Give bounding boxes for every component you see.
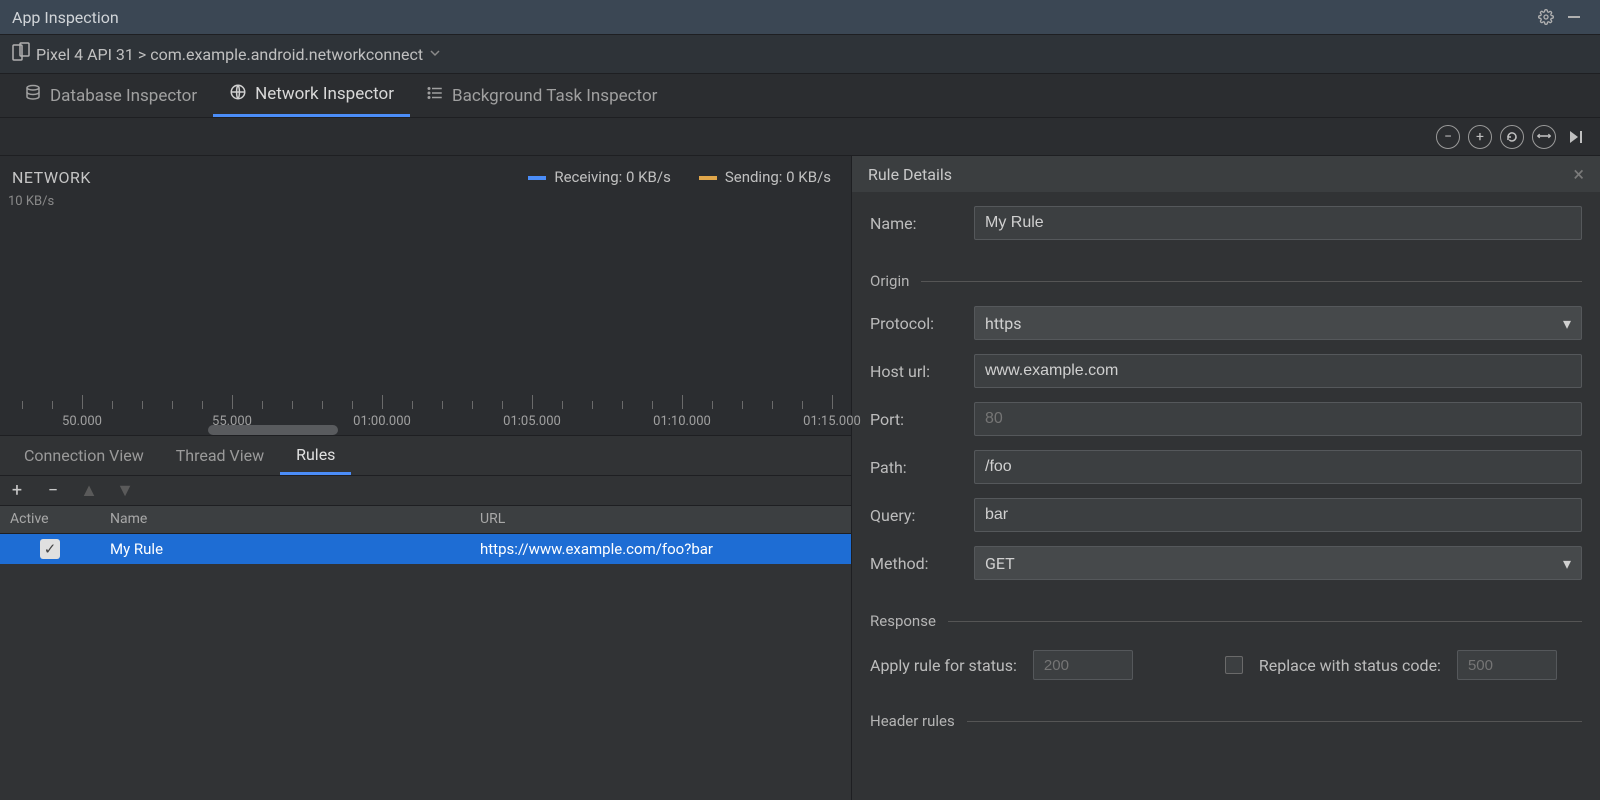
titlebar: App Inspection (0, 0, 1600, 34)
zoom-selection-button[interactable]: ⟷ (1532, 125, 1556, 149)
move-up-button[interactable]: ▲ (80, 480, 98, 501)
panel-title: App Inspection (12, 8, 1532, 27)
rule-details-pane: Rule Details × Name: Origin Protocol: ht… (852, 156, 1600, 800)
path-input[interactable] (974, 450, 1582, 484)
query-input[interactable] (974, 498, 1582, 532)
tab-thread-view[interactable]: Thread View (160, 436, 280, 475)
receiving-swatch (528, 176, 546, 180)
chevron-down-icon: ▾ (1563, 314, 1571, 333)
timeline-tick-label: 01:05.000 (503, 414, 561, 429)
apply-rule-status-input[interactable] (1033, 650, 1133, 680)
header-name[interactable]: Name (100, 506, 470, 533)
device-icon (12, 42, 30, 66)
timeline-scrollbar-thumb[interactable] (208, 425, 338, 435)
reset-zoom-button[interactable] (1500, 125, 1524, 149)
go-to-live-button[interactable] (1564, 125, 1588, 149)
timeline-tick-label: 01:00.000 (353, 414, 411, 429)
port-label: Port: (870, 410, 964, 429)
host-input[interactable] (974, 354, 1582, 388)
query-label: Query: (870, 506, 964, 525)
timeline[interactable]: 50.00055.00001:00.00001:05.00001:10.0000… (0, 389, 851, 429)
lower-tabs: Connection View Thread View Rules (0, 436, 851, 476)
port-input[interactable] (974, 402, 1582, 436)
move-down-button[interactable]: ▼ (116, 480, 134, 501)
tab-rules[interactable]: Rules (280, 436, 351, 475)
timeline-tick-label: 50.000 (62, 414, 102, 429)
tab-label: Network Inspector (255, 84, 394, 104)
row-name: My Rule (100, 535, 470, 563)
tab-database-inspector[interactable]: Database Inspector (8, 74, 213, 117)
add-rule-button[interactable]: + (8, 480, 26, 501)
chevron-down-icon: ▾ (1563, 554, 1571, 573)
protocol-label: Protocol: (870, 314, 964, 333)
timeline-tick-label: 01:10.000 (653, 414, 711, 429)
tab-label: Background Task Inspector (452, 86, 657, 106)
response-section-label: Response (870, 612, 936, 630)
path-label: Path: (870, 458, 964, 477)
chevron-down-icon (429, 45, 441, 63)
details-title: Rule Details (868, 165, 952, 184)
protocol-select[interactable]: https ▾ (974, 306, 1582, 340)
remove-rule-button[interactable]: − (44, 480, 62, 501)
header-url[interactable]: URL (470, 506, 851, 533)
name-label: Name: (870, 214, 964, 233)
chart-yaxis-label: 10 KB/s (8, 194, 54, 209)
name-input[interactable] (974, 206, 1582, 240)
replace-label: Replace with status code: (1259, 656, 1441, 675)
tab-network-inspector[interactable]: Network Inspector (213, 74, 410, 117)
row-url: https://www.example.com/foo?bar (470, 535, 851, 563)
host-label: Host url: (870, 362, 964, 381)
tab-label: Database Inspector (50, 86, 197, 106)
header-active[interactable]: Active (0, 506, 100, 533)
inspector-tabs: Database Inspector Network Inspector Bac… (0, 74, 1600, 118)
active-checkbox[interactable]: ✓ (40, 539, 60, 559)
table-row[interactable]: ✓ My Rule https://www.example.com/foo?ba… (0, 534, 851, 564)
tab-background-inspector[interactable]: Background Task Inspector (410, 74, 673, 117)
chart-legend: Receiving: 0 KB/s Sending: 0 KB/s (528, 168, 831, 186)
details-header: Rule Details × (852, 156, 1600, 192)
zoom-out-button[interactable]: − (1436, 125, 1460, 149)
left-pane: NETWORK 10 KB/s Receiving: 0 KB/s Sendin… (0, 156, 852, 800)
method-label: Method: (870, 554, 964, 573)
apply-rule-label: Apply rule for status: (870, 656, 1017, 675)
tab-connection-view[interactable]: Connection View (8, 436, 160, 475)
breadcrumb-text: Pixel 4 API 31 > com.example.android.net… (36, 45, 423, 64)
network-chart[interactable]: NETWORK 10 KB/s Receiving: 0 KB/s Sendin… (0, 156, 851, 436)
header-rules-section-label: Header rules (870, 712, 955, 730)
rules-toolbar: + − ▲ ▼ (0, 476, 851, 506)
timeline-tick-label: 01:15.000 (803, 414, 861, 429)
gear-icon[interactable] (1532, 3, 1560, 31)
network-toolbar: − + ⟷ (0, 118, 1600, 156)
globe-icon (229, 83, 247, 106)
replace-status-input[interactable] (1457, 650, 1557, 680)
minimize-icon[interactable] (1560, 3, 1588, 31)
zoom-in-button[interactable]: + (1468, 125, 1492, 149)
table-header: Active Name URL (0, 506, 851, 534)
sending-swatch (699, 176, 717, 180)
breadcrumb[interactable]: Pixel 4 API 31 > com.example.android.net… (0, 34, 1600, 74)
replace-checkbox[interactable] (1225, 656, 1243, 674)
database-icon (24, 84, 42, 107)
rules-table: Active Name URL ✓ My Rule https://www.ex… (0, 506, 851, 800)
method-select[interactable]: GET ▾ (974, 546, 1582, 580)
list-icon (426, 84, 444, 107)
close-icon[interactable]: × (1573, 162, 1584, 186)
origin-section-label: Origin (870, 272, 909, 290)
chart-title: NETWORK (12, 168, 91, 187)
